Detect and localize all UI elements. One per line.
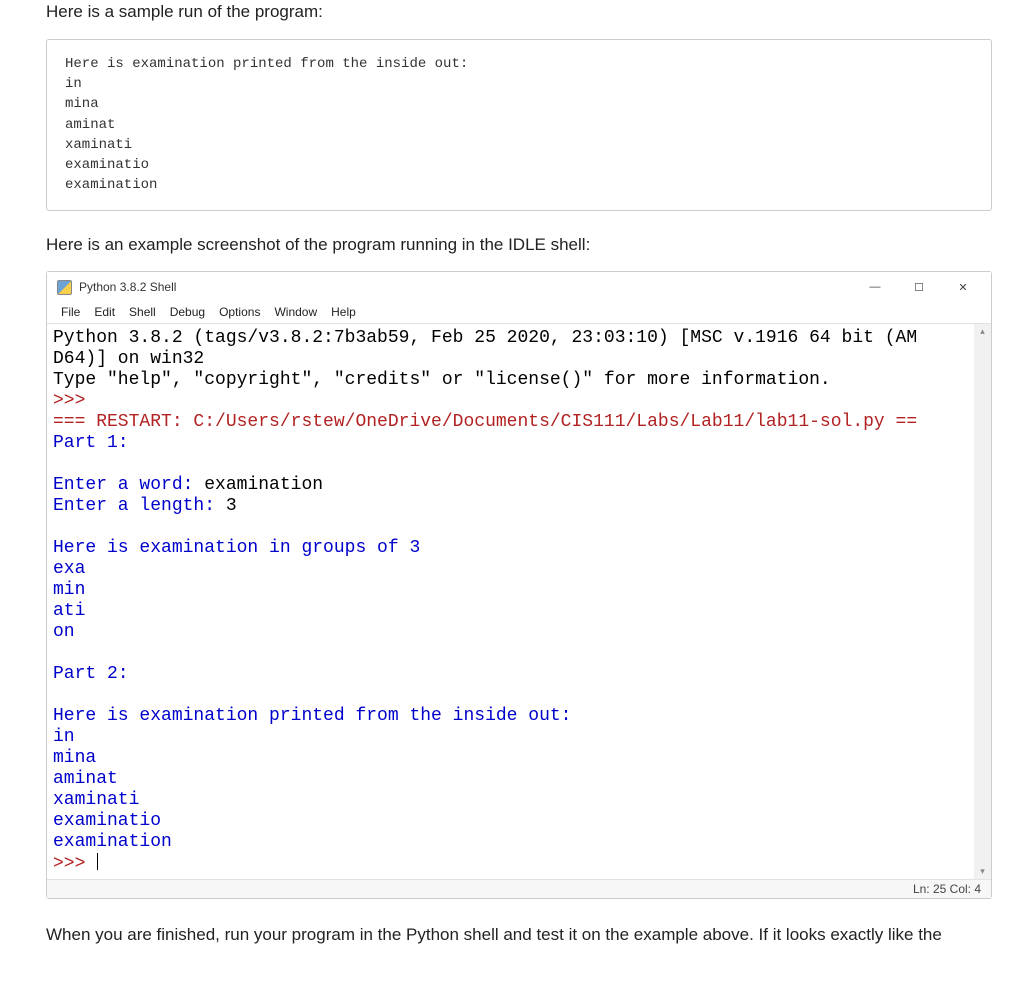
shell-line: exa [53,559,85,579]
shell-line: Enter a length: [53,496,226,516]
shell-input: examination [204,475,323,495]
window-controls: — ☐ ✕ [853,273,985,301]
text-cursor-icon [97,853,98,870]
intro-text-2: Here is an example screenshot of the pro… [46,233,1000,258]
sample-output-codeblock: Here is examination printed from the ins… [46,39,992,211]
outro-text: When you are finished, run your program … [46,923,1000,948]
shell-line: xaminati [53,790,139,810]
shell-prompt: >>> [53,854,96,874]
menu-bar: File Edit Shell Debug Options Window Hel… [47,302,991,324]
idle-shell-window: Python 3.8.2 Shell — ☐ ✕ File Edit Shell… [46,271,992,899]
shell-line: mina [53,748,96,768]
shell-body: Python 3.8.2 (tags/v3.8.2:7b3ab59, Feb 2… [47,324,991,879]
shell-line: D64)] on win32 [53,349,204,369]
menu-window[interactable]: Window [268,304,323,320]
vertical-scrollbar[interactable]: ▴ ▾ [974,324,991,879]
shell-line: Here is examination printed from the ins… [53,706,571,726]
menu-file[interactable]: File [55,304,86,320]
menu-help[interactable]: Help [325,304,362,320]
minimize-button[interactable]: — [853,273,897,301]
scroll-down-icon[interactable]: ▾ [980,866,985,877]
status-bar: Ln: 25 Col: 4 [47,879,991,898]
shell-line: examination [53,832,172,852]
shell-line: === RESTART: C:/Users/rstew/OneDrive/Doc… [53,412,917,432]
close-button[interactable]: ✕ [941,273,985,301]
menu-edit[interactable]: Edit [88,304,121,320]
shell-line: Type "help", "copyright", "credits" or "… [53,370,831,390]
shell-line: Python 3.8.2 (tags/v3.8.2:7b3ab59, Feb 2… [53,328,917,348]
shell-line: on [53,622,75,642]
python-idle-icon [57,280,72,295]
scroll-up-icon[interactable]: ▴ [980,326,985,337]
shell-line: in [53,727,75,747]
menu-debug[interactable]: Debug [164,304,211,320]
maximize-button[interactable]: ☐ [897,273,941,301]
shell-prompt: >>> [53,391,96,411]
shell-line: Enter a word: [53,475,204,495]
menu-options[interactable]: Options [213,304,266,320]
shell-line: ati [53,601,85,621]
shell-line: aminat [53,769,118,789]
shell-line: Part 1: [53,433,129,453]
menu-shell[interactable]: Shell [123,304,162,320]
window-title: Python 3.8.2 Shell [79,280,853,294]
shell-line: Part 2: [53,664,129,684]
window-titlebar: Python 3.8.2 Shell — ☐ ✕ [47,272,991,302]
shell-line: Here is examination in groups of 3 [53,538,420,558]
intro-text-1: Here is a sample run of the program: [46,0,1000,25]
shell-line: min [53,580,85,600]
shell-text-area[interactable]: Python 3.8.2 (tags/v3.8.2:7b3ab59, Feb 2… [47,324,974,879]
shell-line: examinatio [53,811,161,831]
shell-input: 3 [226,496,237,516]
